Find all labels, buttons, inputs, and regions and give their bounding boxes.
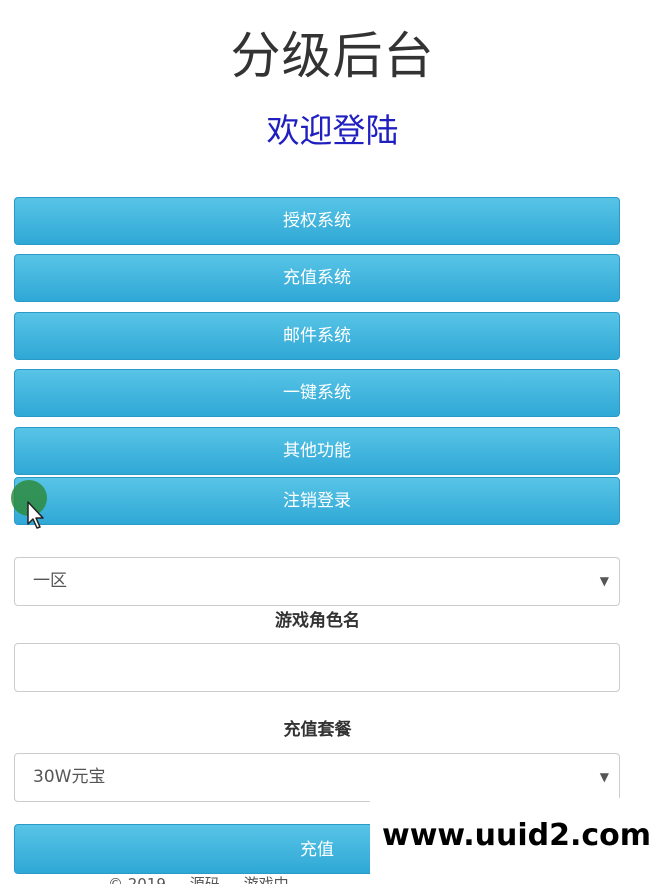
menu-button-other[interactable]: 其他功能	[14, 427, 620, 475]
mouse-pointer-icon	[27, 501, 44, 529]
server-select[interactable]: 一区 ▼	[14, 557, 620, 606]
server-select-value: 一区	[33, 571, 67, 591]
caret-down-icon: ▼	[599, 574, 609, 588]
package-label: 充值套餐	[283, 720, 352, 740]
package-select-value: 30W元宝	[33, 767, 106, 787]
app-title: 分级后台	[230, 27, 435, 85]
watermark-text: www.uuid2.com	[382, 818, 652, 853]
menu-button-recharge[interactable]: 充值系统	[14, 254, 620, 302]
role-name-input[interactable]	[14, 643, 620, 692]
caret-down-icon: ▼	[599, 770, 609, 784]
welcome-heading: 欢迎登陆	[266, 111, 399, 150]
menu-button-logout[interactable]: 注销登录	[14, 477, 620, 525]
menu-button-one-click[interactable]: 一键系统	[14, 369, 620, 417]
watermark: www.uuid2.com	[370, 798, 665, 884]
page: 分级后台 欢迎登陆 授权系统 充值系统 邮件系统 一键系统 其他功能 注销登录 …	[0, 0, 665, 884]
package-select[interactable]: 30W元宝 ▼	[14, 753, 620, 802]
menu-button-authorization[interactable]: 授权系统	[14, 197, 620, 245]
menu-button-mail[interactable]: 邮件系统	[14, 312, 620, 360]
footer-text: © 2019 ... 源码 ... 游戏中...	[108, 875, 303, 884]
role-name-label: 游戏角色名	[275, 611, 360, 631]
